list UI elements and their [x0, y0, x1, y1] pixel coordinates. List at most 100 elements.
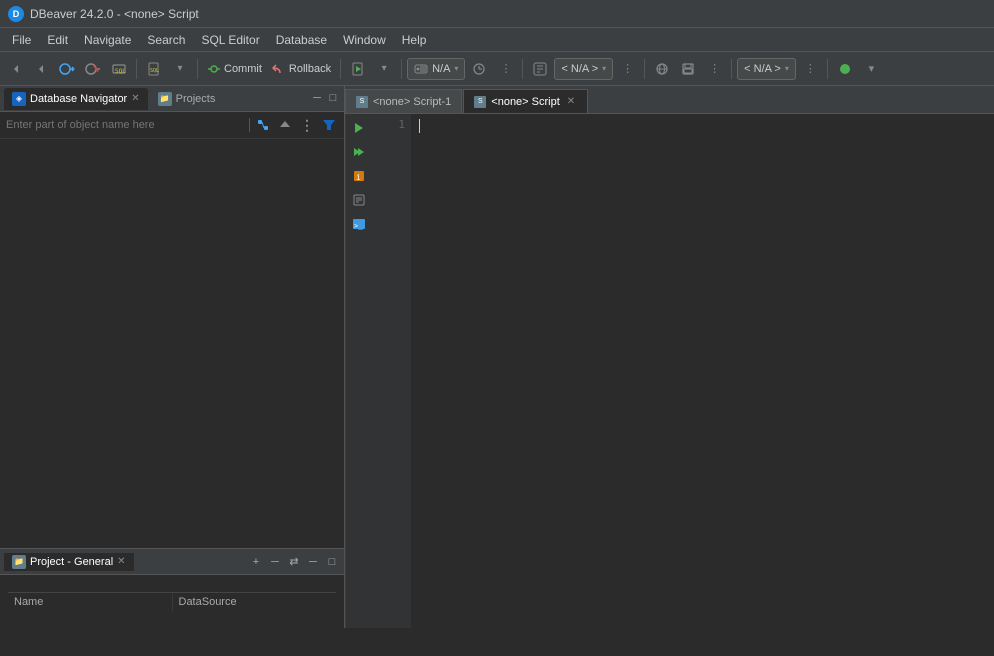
db-navigator-label: Database Navigator — [30, 93, 127, 105]
new-sql-script-button[interactable]: SQL — [142, 56, 166, 82]
nav-collapse-btn[interactable] — [276, 116, 294, 134]
project-general-label: Project - General — [30, 556, 113, 568]
nav-filter-btn[interactable] — [320, 116, 338, 134]
project-minimize-btn[interactable]: ─ — [305, 554, 321, 570]
main-layout: ◈ Database Navigator ✕ 📁 Projects ─ □ — [0, 86, 994, 628]
tab-script-active-label: <none> Script — [491, 96, 560, 108]
db-navigator-content: ⋮ — [0, 112, 344, 548]
toolbar-more6-button[interactable]: ▾ — [859, 56, 883, 82]
tab-database-navigator[interactable]: ◈ Database Navigator ✕ — [4, 88, 148, 110]
script-active-icon: S — [474, 96, 486, 108]
db-navigator-icon: ◈ — [12, 92, 26, 106]
project-maximize-btn[interactable]: □ — [324, 554, 340, 570]
svg-text:i: i — [356, 173, 361, 182]
sql-editor-area: i >_ — [345, 114, 994, 628]
run-script-more-button[interactable]: ▾ — [372, 56, 396, 82]
left-bottom-panel: 📁 Project - General ✕ + ─ ⇄ ─ □ Name Dat… — [0, 548, 344, 628]
commit-button[interactable]: Commit — [203, 56, 266, 82]
menu-window[interactable]: Window — [335, 28, 394, 51]
schema-icon-button[interactable] — [528, 56, 552, 82]
menu-file[interactable]: File — [4, 28, 39, 51]
project-name-col: Name — [8, 593, 173, 611]
nav-back-button[interactable] — [4, 56, 28, 82]
title-bar: D DBeaver 24.2.0 - <none> Script — [0, 0, 994, 28]
rollback-button[interactable]: Rollback — [268, 56, 335, 82]
toolbar-sep-3 — [340, 59, 341, 79]
project-icon: 📁 — [12, 555, 26, 569]
db-navigator-close[interactable]: ✕ — [131, 93, 139, 104]
project-add-btn[interactable]: + — [248, 554, 264, 570]
sql-line-1 — [419, 118, 986, 133]
svg-text:>_: >_ — [354, 222, 363, 230]
main-toolbar: SQL SQL ▾ Commit Rollback — [0, 52, 994, 86]
menu-sqleditor[interactable]: SQL Editor — [193, 28, 267, 51]
tab-script-active[interactable]: S <none> Script ✕ — [463, 89, 588, 113]
left-panel-maximize[interactable]: □ — [326, 92, 340, 106]
script1-icon: S — [356, 96, 368, 108]
nav-db-connect-button[interactable] — [55, 56, 79, 82]
toolbar-more5-button[interactable]: ⋮ — [798, 56, 822, 82]
projects-label: Projects — [176, 93, 216, 105]
svg-text:SQL: SQL — [115, 68, 126, 75]
editor-tabs: S <none> Script-1 S <none> Script ✕ — [345, 86, 994, 114]
left-panel-tabs: ◈ Database Navigator ✕ 📁 Projects ─ □ — [0, 86, 344, 112]
left-panel: ◈ Database Navigator ✕ 📁 Projects ─ □ — [0, 86, 345, 628]
left-panel-minimize[interactable]: ─ — [310, 92, 324, 106]
sql-line-numbers: 1 — [371, 114, 411, 628]
toolbar-more4-button[interactable]: ⋮ — [702, 56, 726, 82]
run-sql-script-button[interactable] — [346, 56, 370, 82]
project-general-close[interactable]: ✕ — [117, 556, 125, 567]
db-nav-search-input[interactable] — [6, 119, 245, 131]
left-panel-controls: ─ □ — [310, 92, 340, 106]
editor-panel: S <none> Script-1 S <none> Script ✕ — [345, 86, 994, 628]
menu-help[interactable]: Help — [394, 28, 435, 51]
tab-script-close[interactable]: ✕ — [565, 96, 577, 107]
nav-split-button[interactable] — [29, 56, 53, 82]
line-number-1: 1 — [398, 118, 405, 131]
toolbar-sep-5 — [522, 59, 523, 79]
title-bar-text: DBeaver 24.2.0 - <none> Script — [30, 7, 199, 21]
right-dropdown-chevron: ▾ — [785, 64, 789, 73]
toolbar-clock-button[interactable] — [467, 56, 491, 82]
toolbar-sep-4 — [401, 59, 402, 79]
svg-text:SQL: SQL — [150, 68, 159, 74]
db-nav-tree — [0, 139, 344, 548]
toolbar-sep-2 — [197, 59, 198, 79]
project-arrows-btn[interactable]: ⇄ — [286, 554, 302, 570]
menu-database[interactable]: Database — [268, 28, 335, 51]
tab-script-1[interactable]: S <none> Script-1 — [345, 89, 462, 113]
menu-edit[interactable]: Edit — [39, 28, 76, 51]
app-icon: D — [8, 6, 24, 22]
menu-search[interactable]: Search — [139, 28, 193, 51]
right-dropdown[interactable]: < N/A > ▾ — [737, 58, 796, 80]
run-statement-btn[interactable] — [349, 118, 369, 138]
toolbar-save-button[interactable] — [676, 56, 700, 82]
run-script-btn[interactable] — [349, 142, 369, 162]
project-content: Name DataSource — [0, 575, 344, 628]
project-datasource-col: DataSource — [173, 593, 337, 611]
project-controls: + ─ ⇄ ─ □ — [248, 554, 340, 570]
toolbar-globe-button[interactable] — [650, 56, 674, 82]
nav-more-btn[interactable]: ⋮ — [298, 116, 316, 134]
explain-plan-btn[interactable]: i — [349, 166, 369, 186]
toolbar-more3-button[interactable]: ⋮ — [615, 56, 639, 82]
nav-link-with-editor-btn[interactable] — [254, 116, 272, 134]
toolbar-sep-6 — [644, 59, 645, 79]
sql-code-area[interactable] — [411, 114, 994, 628]
sql-format-btn[interactable] — [349, 190, 369, 210]
terminal-btn[interactable]: >_ — [349, 214, 369, 234]
schema-dropdown[interactable]: < N/A > ▾ — [554, 58, 613, 80]
tab-projects[interactable]: 📁 Projects — [150, 88, 224, 110]
db-nav-toolbar: ⋮ — [0, 112, 344, 139]
toolbar-more2-button[interactable]: ⋮ — [493, 56, 517, 82]
nav-sql-button[interactable]: SQL — [107, 56, 131, 82]
nav-db-disconnect-button[interactable] — [81, 56, 105, 82]
project-minus-btn[interactable]: ─ — [267, 554, 283, 570]
toolbar-status-button[interactable] — [833, 56, 857, 82]
nav-toolbar-sep — [249, 118, 250, 132]
toolbar-sep-1 — [136, 59, 137, 79]
connection-dropdown[interactable]: N/A ▾ — [407, 58, 465, 80]
tab-project-general[interactable]: 📁 Project - General ✕ — [4, 553, 134, 571]
menu-navigate[interactable]: Navigate — [76, 28, 139, 51]
toolbar-more-button[interactable]: ▾ — [168, 56, 192, 82]
